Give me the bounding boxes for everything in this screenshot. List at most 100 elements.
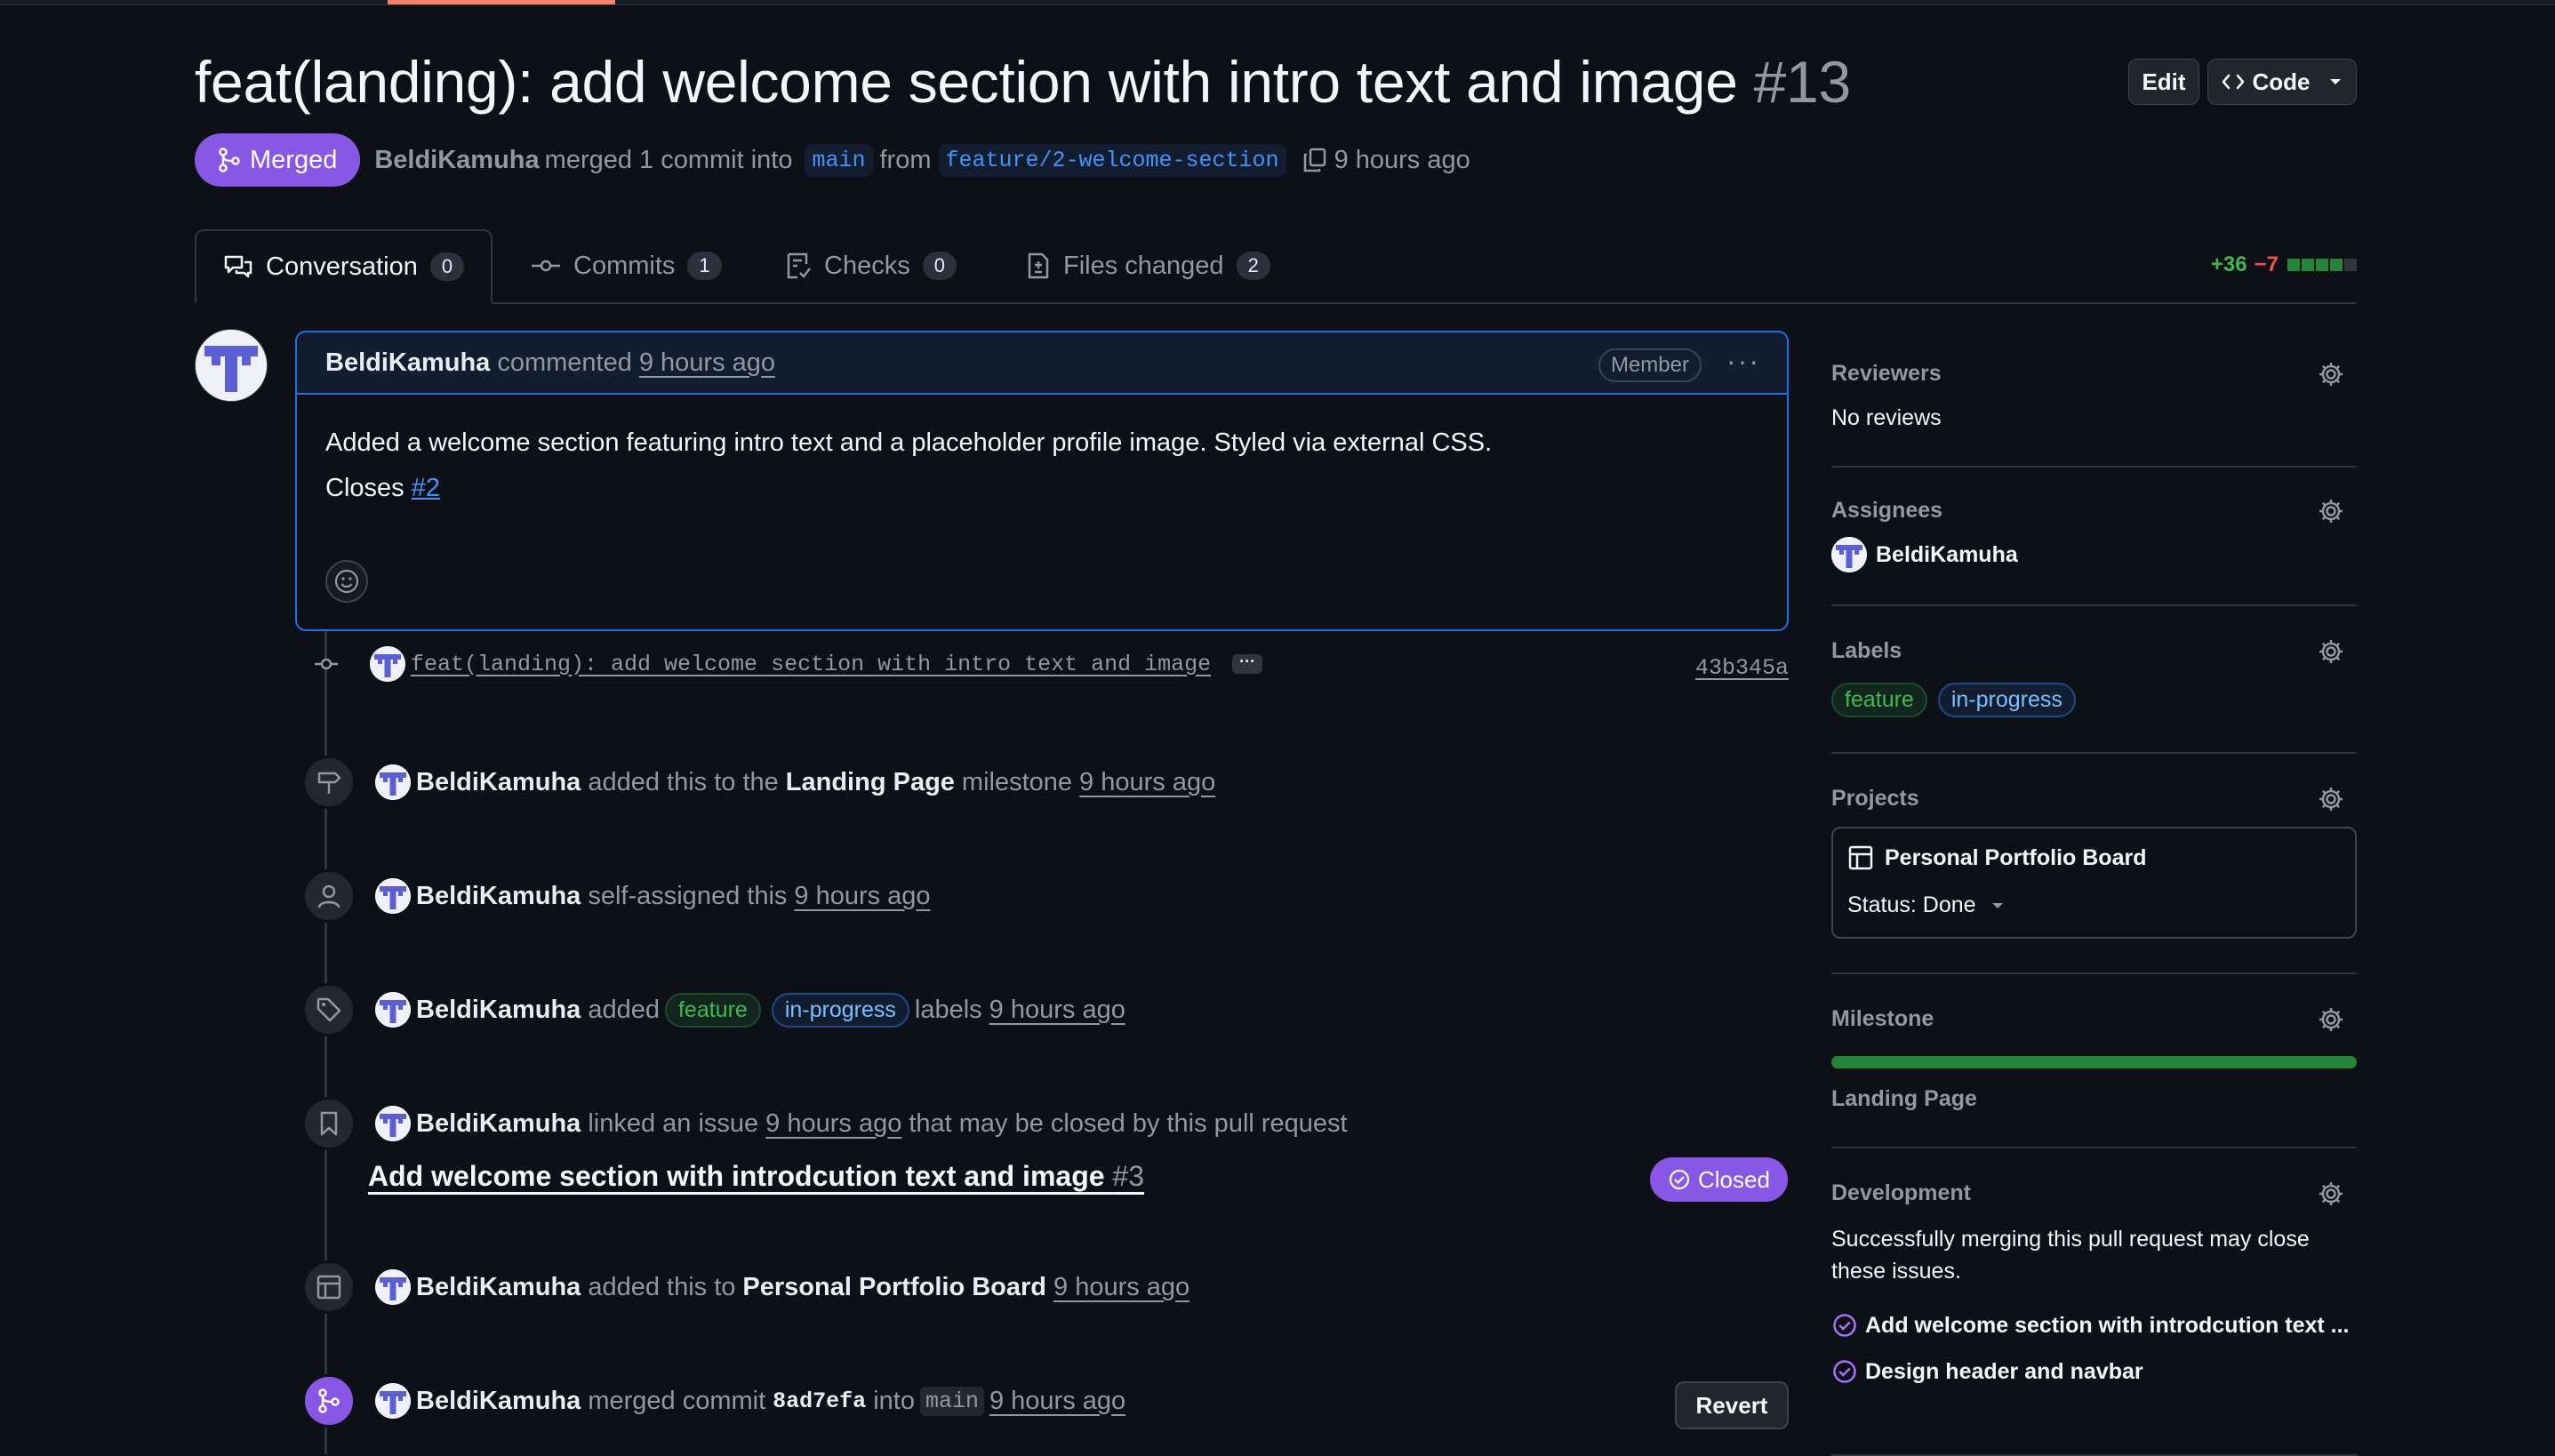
tag-icon (302, 983, 356, 1036)
merge-target-branch[interactable]: main (919, 1386, 984, 1416)
event-time[interactable]: 9 hours ago (1079, 768, 1215, 797)
expand-commit-button[interactable]: ··· (1232, 653, 1263, 674)
event-text: merged commit (588, 1386, 766, 1415)
event-time[interactable]: 9 hours ago (794, 882, 930, 911)
gear-icon[interactable] (2318, 786, 2344, 812)
sidebar-reviewers: Reviewers No reviews (1831, 331, 2357, 468)
base-branch[interactable]: main (805, 143, 873, 177)
event-text: milestone (961, 767, 1073, 796)
tab-count: 1 (687, 252, 722, 280)
timeline-labels-event: BeldiKamuha added feature in-progress la… (302, 983, 1125, 1036)
gear-icon[interactable] (2318, 638, 2344, 665)
avatar[interactable] (375, 1269, 411, 1305)
avatar[interactable] (375, 992, 411, 1028)
event-text: added this to (588, 1272, 736, 1301)
timeline-project-event: BeldiKamuha added this to Personal Portf… (302, 1260, 1189, 1314)
linked-issue-2[interactable]: Design header and navbar (1831, 1358, 2143, 1385)
event-text: labels (914, 995, 982, 1024)
caret-down-icon (1991, 902, 2003, 908)
closes-issue-link[interactable]: #2 (412, 474, 440, 502)
comment-time[interactable]: 9 hours ago (639, 348, 775, 378)
label-in-progress[interactable]: in-progress (771, 992, 909, 1028)
avatar[interactable] (375, 764, 411, 800)
avatar (1831, 537, 1867, 572)
labels-list: feature in-progress (1831, 683, 2081, 717)
project-status-dropdown[interactable]: Status: Done (1847, 892, 2006, 918)
check-circle-icon (1669, 1169, 1690, 1190)
from-text: from (879, 145, 932, 174)
project-board[interactable]: Personal Portfolio Board (1847, 844, 2146, 871)
code-button[interactable]: Code (2207, 59, 2357, 105)
avatar[interactable] (370, 646, 405, 682)
project-link[interactable]: Personal Portfolio Board (742, 1273, 1046, 1302)
timeline-line (324, 631, 327, 1454)
event-time[interactable]: 9 hours ago (765, 1109, 901, 1139)
sidebar-projects: Projects Personal Portfolio Board Status… (1831, 752, 2357, 974)
head-branch[interactable]: feature/2-welcome-section (938, 143, 1286, 177)
tab-label: Conversation (266, 252, 418, 281)
table-icon (302, 1260, 356, 1314)
gear-icon[interactable] (2318, 1180, 2344, 1207)
caret-down-icon (2329, 79, 2341, 84)
label-feature[interactable]: feature (664, 992, 761, 1028)
comment-author[interactable]: BeldiKamuha (325, 348, 490, 378)
comment-discussion-icon (224, 255, 252, 278)
event-user[interactable]: BeldiKamuha (416, 1273, 581, 1302)
avatar[interactable] (375, 1383, 411, 1419)
project-status: Status: Done (1847, 892, 1976, 917)
milestone-name[interactable]: Landing Page (1831, 1086, 1977, 1112)
event-text: linked an issue (588, 1108, 759, 1138)
revert-button[interactable]: Revert (1675, 1381, 1789, 1429)
sidebar-milestone: Milestone Landing Page (1831, 972, 2357, 1148)
kebab-menu-icon[interactable]: ··· (1726, 345, 1760, 378)
tab-conversation[interactable]: Conversation 0 (195, 229, 493, 304)
event-user[interactable]: BeldiKamuha (416, 996, 581, 1025)
edit-button[interactable]: Edit (2128, 59, 2199, 105)
merge-commit-sha[interactable]: 8ad7efa (773, 1388, 866, 1414)
tab-files-changed[interactable]: Files changed 2 (1026, 229, 1270, 302)
project-card[interactable]: Personal Portfolio Board Status: Done (1831, 827, 2357, 939)
commit-message[interactable]: feat(landing): add welcome section with … (411, 652, 1211, 677)
tab-count: 2 (1236, 252, 1270, 280)
add-reaction-button[interactable] (325, 560, 368, 603)
section-title: Labels (1831, 638, 1902, 663)
timeline-merge-event: BeldiKamuha merged commit 8ad7efa into m… (302, 1374, 1125, 1428)
linked-issue-1[interactable]: Add welcome section with introdcution te… (1831, 1312, 2349, 1339)
tab-commits[interactable]: Commits 1 (531, 229, 722, 302)
copy-icon[interactable] (1301, 146, 1329, 174)
event-user[interactable]: BeldiKamuha (416, 1109, 581, 1139)
pr-author[interactable]: BeldiKamuha (374, 146, 539, 175)
label-in-progress[interactable]: in-progress (1937, 683, 2076, 717)
avatar[interactable] (375, 1106, 411, 1141)
linked-issue-title[interactable]: Add welcome section with introdcution te… (368, 1160, 1144, 1193)
assignee[interactable]: BeldiKamuha (1831, 537, 2018, 572)
event-time[interactable]: 9 hours ago (1053, 1273, 1189, 1302)
event-user[interactable]: BeldiKamuha (416, 882, 581, 911)
linked-issue-number: #3 (1112, 1160, 1145, 1192)
event-user[interactable]: BeldiKamuha (416, 768, 581, 797)
assignee-name: BeldiKamuha (1876, 541, 2018, 567)
event-time[interactable]: 9 hours ago (989, 1387, 1125, 1416)
gear-icon[interactable] (2318, 1006, 2344, 1033)
bookmark-icon (302, 1097, 356, 1150)
gear-icon[interactable] (2318, 498, 2344, 524)
diffstat: +36 −7 (2211, 252, 2357, 277)
event-time[interactable]: 9 hours ago (989, 996, 1125, 1025)
file-diff-icon (1028, 252, 1049, 279)
gear-icon[interactable] (2318, 361, 2344, 388)
project-board-name: Personal Portfolio Board (1885, 844, 2147, 870)
event-user[interactable]: BeldiKamuha (416, 1387, 581, 1416)
page-title: feat(landing): add welcome section with … (195, 49, 1851, 115)
pr-time: 9 hours ago (1334, 145, 1470, 174)
check-circle-icon (1833, 1360, 1856, 1383)
milestone-link[interactable]: Landing Page (786, 768, 955, 797)
tab-checks[interactable]: Checks 0 (785, 229, 957, 302)
avatar[interactable] (375, 878, 411, 914)
check-circle-icon (1833, 1314, 1856, 1337)
author-avatar[interactable] (195, 329, 268, 402)
code-button-label: Code (2252, 68, 2311, 95)
tab-label: Checks (824, 251, 910, 280)
timeline-assign-event: BeldiKamuha self-assigned this 9 hours a… (302, 869, 931, 923)
commit-sha[interactable]: 43b345a (1695, 655, 1789, 681)
label-feature[interactable]: feature (1831, 683, 1927, 717)
